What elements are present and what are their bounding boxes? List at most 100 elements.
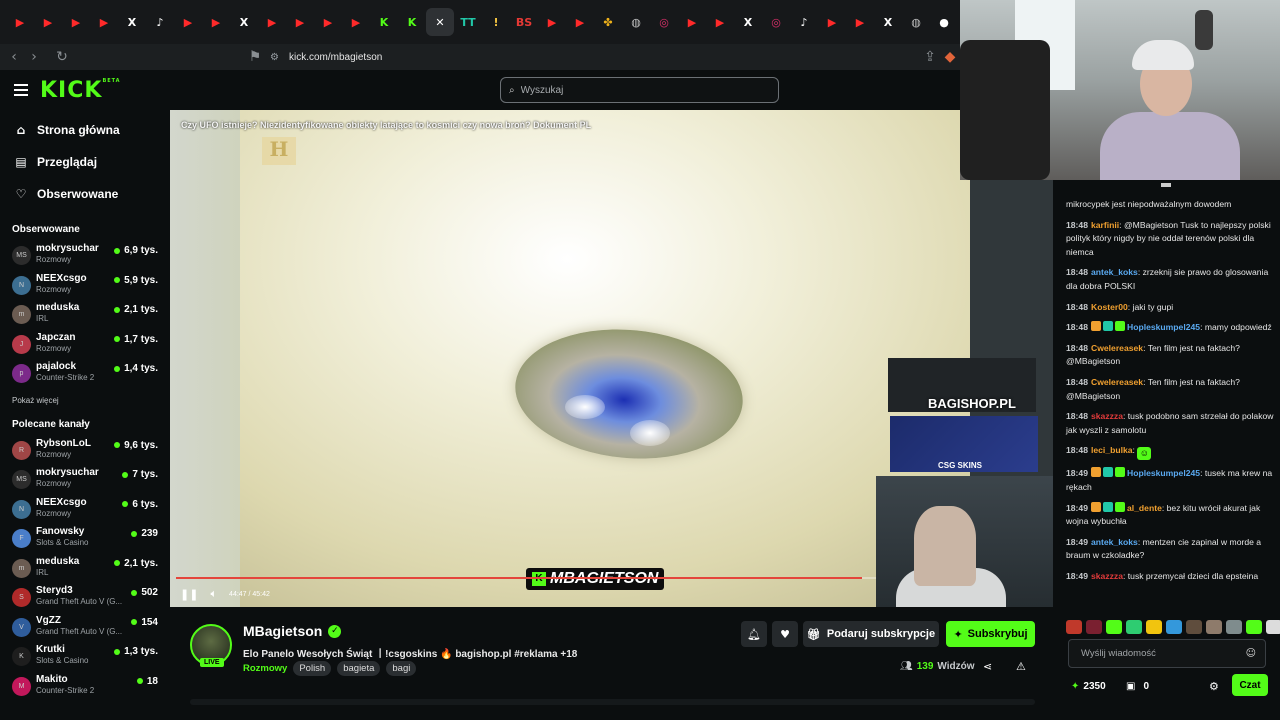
chat-username[interactable]: Hopleskumpel245	[1127, 468, 1200, 478]
sidebar-channel[interactable]: R RybsonLoL Rozmowy 9,6 tys.	[0, 436, 170, 466]
channel-name[interactable]: MBagietson	[243, 623, 322, 639]
volume-icon[interactable]: 🔈︎	[210, 587, 217, 601]
globe-icon[interactable]: ◍	[622, 8, 650, 36]
emote-icon[interactable]	[1146, 620, 1162, 634]
channel-points[interactable]: ✦ 2350	[1071, 681, 1106, 692]
youtube-icon[interactable]: ▶	[90, 8, 118, 36]
emote-icon[interactable]	[1166, 620, 1182, 634]
menu-icon[interactable]	[14, 84, 28, 99]
emote-icon[interactable]	[1206, 620, 1222, 634]
tiktok-icon[interactable]: ♪	[146, 8, 174, 36]
youtube-icon[interactable]: ▶	[566, 8, 594, 36]
youtube-icon[interactable]: ▶	[6, 8, 34, 36]
search-input[interactable]	[520, 84, 751, 96]
x-icon[interactable]: X	[230, 8, 258, 36]
kick-icon[interactable]: K	[370, 8, 398, 36]
chat-username[interactable]: al_dente	[1127, 503, 1162, 513]
sidebar-channel[interactable]: N NEEXcsgo Rozmowy 6 tys.	[0, 495, 170, 525]
forward-icon[interactable]: ›	[24, 49, 44, 65]
chat-username[interactable]: karfinii	[1091, 220, 1119, 230]
nav-item[interactable]: ⌂ Strona główna	[0, 114, 170, 146]
youtube-icon[interactable]: ▶	[62, 8, 90, 36]
sidebar-channel[interactable]: M Makito Counter-Strike 2 18	[0, 672, 170, 702]
sidebar-channel[interactable]: F Fanowsky Slots & Casino 239	[0, 524, 170, 554]
tt-icon[interactable]: TT	[454, 8, 482, 36]
chat-input[interactable]	[1081, 648, 1241, 659]
kick-icon[interactable]: K	[398, 8, 426, 36]
url-field[interactable]: ⚙ kick.com/mbagietson	[270, 48, 382, 66]
kick-logo[interactable]: KICKBETA	[40, 78, 121, 103]
emote-icon[interactable]	[1066, 620, 1082, 634]
youtube-icon[interactable]: ▶	[818, 8, 846, 36]
youtube-icon[interactable]: ▶	[174, 8, 202, 36]
reload-icon[interactable]: ↻	[52, 49, 72, 65]
chat-username[interactable]: skazzza	[1091, 411, 1123, 421]
sidebar-channel[interactable]: J Japczan Rozmowy 1,7 tys.	[0, 330, 170, 360]
youtube-icon[interactable]: ▶	[286, 8, 314, 36]
show-more-link[interactable]: Pokaż więcej	[0, 396, 170, 405]
tag[interactable]: bagi	[386, 661, 417, 676]
sidebar-channel[interactable]: m meduska IRL 2,1 tys.	[0, 300, 170, 330]
instagram-icon[interactable]: ◎	[762, 8, 790, 36]
x-icon[interactable]: X	[734, 8, 762, 36]
notification-bell-icon[interactable]: 🔔︎	[741, 621, 767, 647]
chat-username[interactable]: Cwelereasek	[1091, 377, 1143, 387]
tag[interactable]: bagieta	[337, 661, 381, 676]
youtube-icon[interactable]: ▶	[314, 8, 342, 36]
sidebar-channel[interactable]: S Steryd3 Grand Theft Auto V (G... 502	[0, 583, 170, 613]
chat-bubble-icon[interactable]: ●	[930, 8, 958, 36]
emoji-icon[interactable]: ☺	[1246, 648, 1256, 659]
chat-settings-icon[interactable]: ⚙	[1209, 680, 1219, 693]
chat-username[interactable]: leci_bulka	[1091, 445, 1133, 455]
youtube-icon[interactable]: ▶	[846, 8, 874, 36]
sidebar-channel[interactable]: K Krutki Slots & Casino 1,3 tys.	[0, 642, 170, 672]
nav-item[interactable]: ♡ Obserwowane	[0, 178, 170, 210]
chat-input-box[interactable]: ☺	[1068, 639, 1266, 668]
share-page-icon[interactable]: ⇪	[920, 49, 940, 65]
pinned-menu-icon[interactable]	[1161, 183, 1171, 187]
chat-username[interactable]: antek_koks	[1091, 537, 1138, 547]
tiktok-icon[interactable]: ♪	[790, 8, 818, 36]
sidebar-channel[interactable]: MS mokrysuchar Rozmowy 7 tys.	[0, 465, 170, 495]
chat-username[interactable]: Koster00	[1091, 302, 1128, 312]
emote-icon[interactable]	[1086, 620, 1102, 634]
extension-icon[interactable]: ◆	[940, 49, 960, 65]
sidebar-channel[interactable]: MS mokrysuchar Rozmowy 6,9 tys.	[0, 241, 170, 271]
emote-icon[interactable]	[1266, 620, 1280, 634]
emote-icon[interactable]	[1226, 620, 1242, 634]
bookmark-icon[interactable]: ⚑	[245, 49, 265, 65]
emote-icon[interactable]	[1186, 620, 1202, 634]
youtube-icon[interactable]: ▶	[202, 8, 230, 36]
sidebar-channel[interactable]: m meduska IRL 2,1 tys.	[0, 554, 170, 584]
report-icon[interactable]: ⚠	[1016, 660, 1026, 673]
share-icon[interactable]: ⋖	[983, 660, 992, 673]
instagram-icon[interactable]: ◎	[650, 8, 678, 36]
sidebar-channel[interactable]: N NEEXcsgo Rozmowy 5,9 tys.	[0, 271, 170, 301]
nav-item[interactable]: ▤ Przeglądaj	[0, 146, 170, 178]
video-progress-bar[interactable]	[176, 577, 876, 579]
pause-icon[interactable]: ❚❚	[180, 588, 198, 601]
sidebar-channel[interactable]: p pajalock Counter-Strike 2 1,4 tys.	[0, 359, 170, 389]
follow-heart-icon[interactable]: ♥	[772, 621, 798, 647]
subscribe-button[interactable]: ✦ Subskrybuj	[946, 621, 1035, 647]
x-icon[interactable]: X	[118, 8, 146, 36]
youtube-icon[interactable]: ▶	[538, 8, 566, 36]
chat-username[interactable]: antek_koks	[1091, 267, 1138, 277]
x-icon[interactable]: X	[874, 8, 902, 36]
back-icon[interactable]: ‹	[4, 49, 24, 65]
youtube-icon[interactable]: ▶	[342, 8, 370, 36]
bs-icon[interactable]: BS	[510, 8, 538, 36]
tag[interactable]: Polish	[293, 661, 332, 676]
site-info-icon[interactable]: ⚙	[270, 52, 279, 63]
pinwheel-icon[interactable]: ✤	[594, 8, 622, 36]
chat-username[interactable]: Cwelereasek	[1091, 343, 1143, 353]
chat-send-button[interactable]: Czat	[1232, 674, 1268, 696]
emote-icon[interactable]	[1246, 620, 1262, 634]
globe-icon[interactable]: ◍	[902, 8, 930, 36]
exclaim-icon[interactable]: !	[482, 8, 510, 36]
search-box[interactable]: ⌕	[500, 77, 779, 103]
youtube-icon[interactable]: ▶	[258, 8, 286, 36]
emote-icon[interactable]	[1106, 620, 1122, 634]
emote-icon[interactable]	[1126, 620, 1142, 634]
video-player[interactable]: H Czy UFO istnieje? Niezidentyfikowane o…	[170, 110, 1053, 607]
